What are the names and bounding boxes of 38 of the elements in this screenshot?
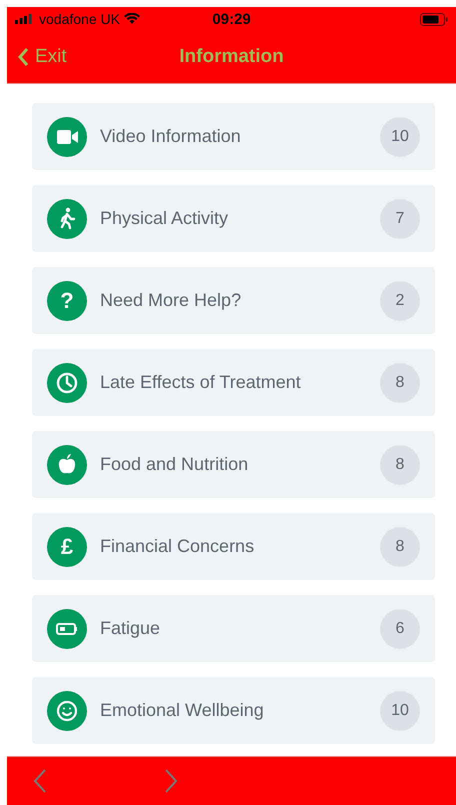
category-icon — [47, 362, 87, 402]
category-label: Video Information — [100, 126, 242, 147]
category-label: Financial Concerns — [100, 536, 256, 557]
category-icon — [47, 444, 87, 484]
category-label: Food and Nutrition — [100, 454, 250, 475]
category-label: Fatigue — [100, 618, 162, 639]
count-badge: 8 — [380, 444, 420, 484]
category-item[interactable]: Food and Nutrition 8 — [32, 431, 435, 498]
category-item[interactable]: £ Financial Concerns 8 — [32, 513, 435, 580]
category-item[interactable]: Video Information 10 — [32, 103, 435, 170]
category-label: Physical Activity — [100, 208, 230, 229]
count-badge: 7 — [380, 198, 420, 238]
category-icon — [47, 608, 87, 648]
category-icon: £ — [47, 526, 87, 566]
count-badge: 2 — [380, 280, 420, 320]
chevron-left-icon — [17, 47, 29, 67]
clock-time: 09:29 — [212, 10, 251, 28]
category-item[interactable]: Late Effects of Treatment 8 — [32, 349, 435, 416]
screen-title: Information — [179, 46, 284, 68]
carrier-name: vodafone UK — [39, 11, 120, 27]
category-icon — [47, 690, 87, 730]
category-item[interactable]: Emotional Wellbeing 10 — [32, 677, 435, 744]
category-item[interactable]: ? Need More Help? 2 — [32, 267, 435, 334]
count-badge: 10 — [380, 116, 420, 156]
count-badge: 6 — [380, 608, 420, 648]
category-icon — [47, 198, 87, 238]
count-badge: 8 — [380, 362, 420, 402]
battery-icon — [420, 12, 448, 26]
category-label: Need More Help? — [100, 290, 242, 311]
category-label: Late Effects of Treatment — [100, 372, 302, 393]
count-badge: 8 — [380, 526, 420, 566]
category-label: Emotional Wellbeing — [100, 700, 265, 721]
category-icon — [47, 116, 87, 156]
category-item[interactable]: Fatigue 6 — [32, 595, 435, 662]
count-badge: 10 — [380, 690, 420, 730]
category-icon: ? — [47, 280, 87, 320]
category-item[interactable]: Physical Activity 7 — [32, 185, 435, 252]
wifi-icon — [124, 13, 140, 25]
